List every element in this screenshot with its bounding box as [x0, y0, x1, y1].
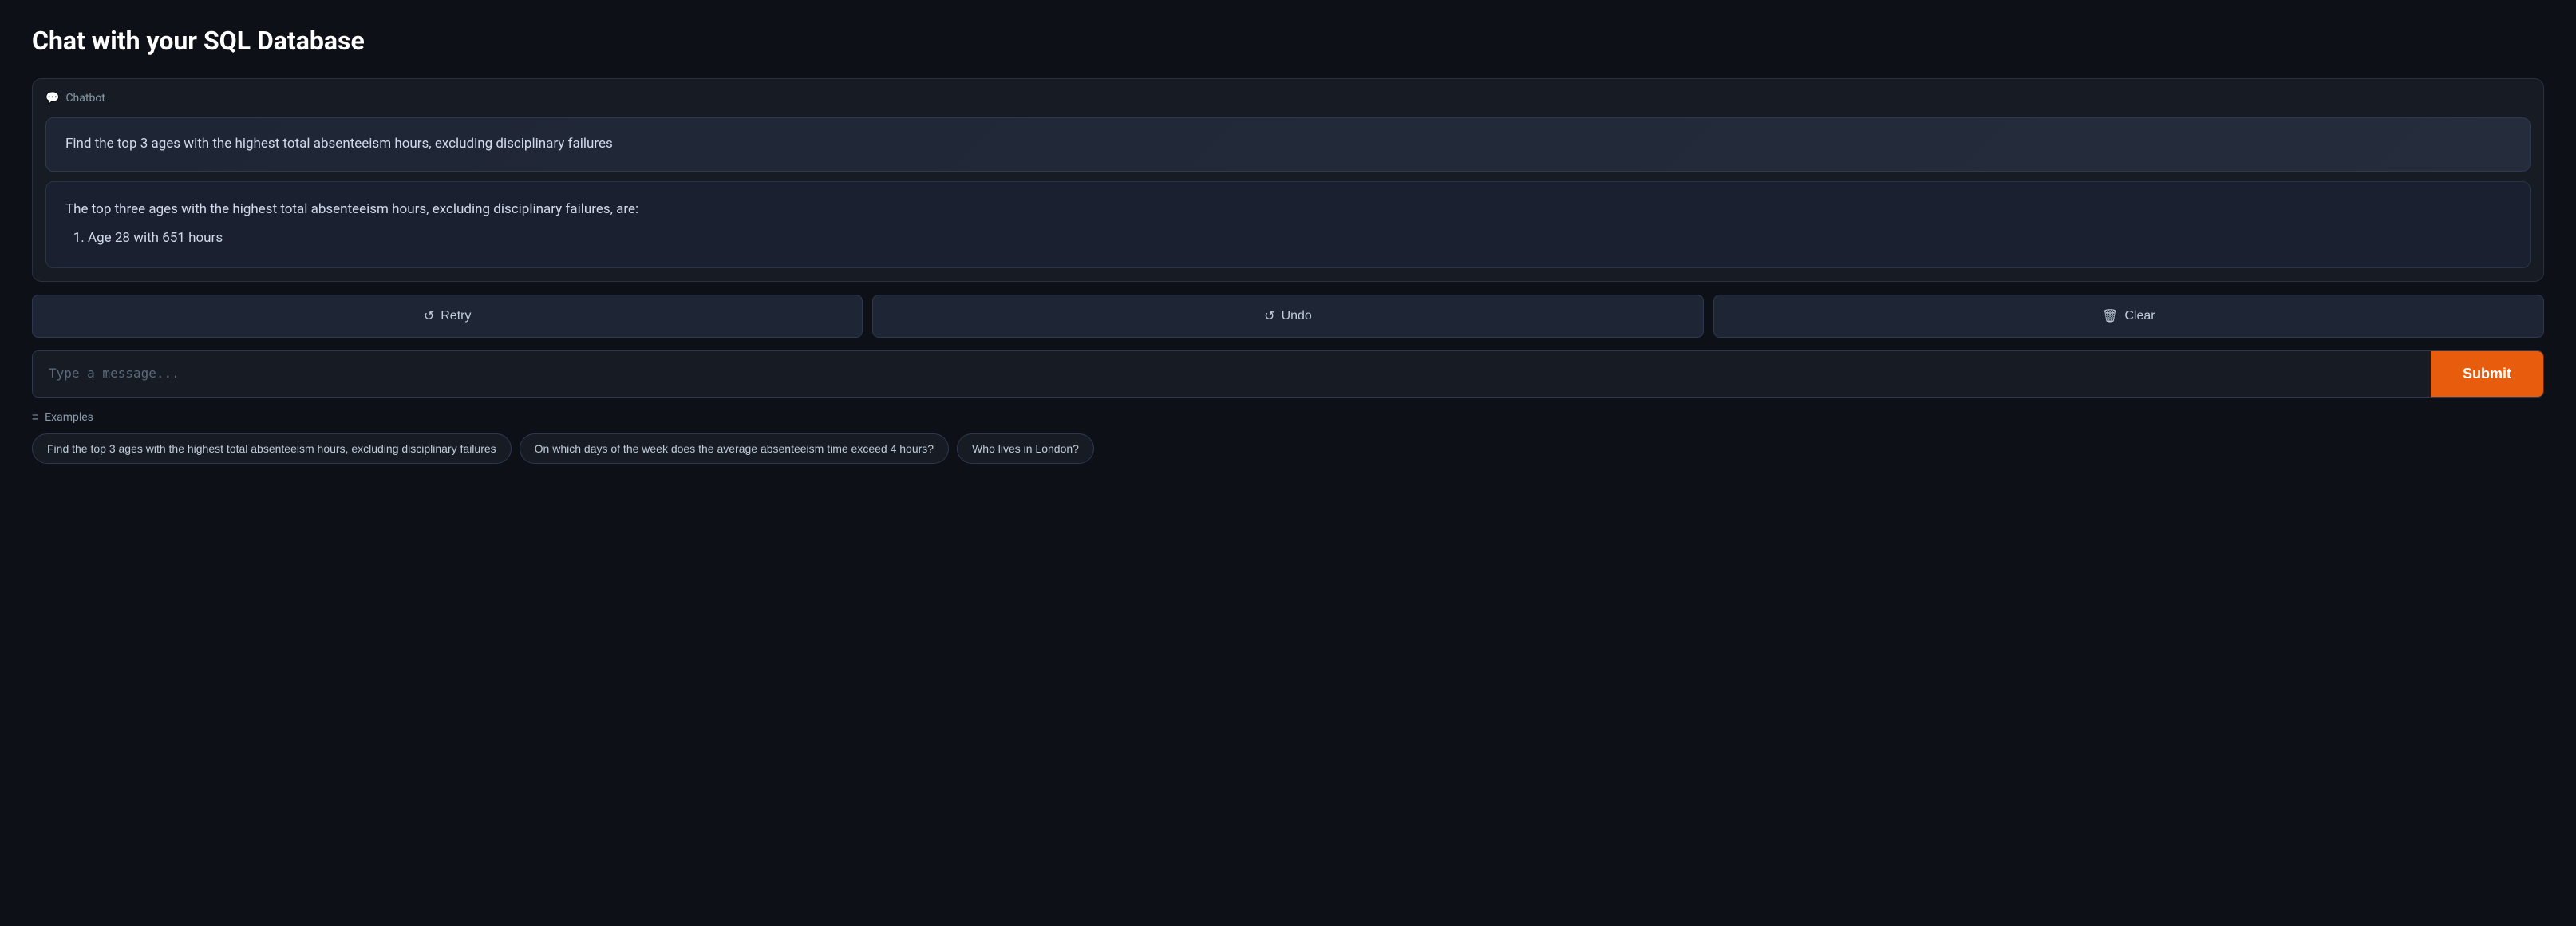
chatbot-panel: 💬 Chatbot Find the top 3 ages with the h… [32, 78, 2544, 282]
chatbot-label: Chatbot [65, 92, 105, 105]
examples-chips: Find the top 3 ages with the highest tot… [32, 433, 2544, 464]
assistant-message: The top three ages with the highest tota… [45, 181, 2531, 269]
chatbot-icon: 💬 [45, 92, 59, 105]
user-message: Find the top 3 ages with the highest tot… [45, 117, 2531, 172]
example-chip-1[interactable]: On which days of the week does the avera… [520, 433, 949, 464]
example-chip-2[interactable]: Who lives in London? [957, 433, 1094, 464]
example-chip-0-text: Find the top 3 ages with the highest tot… [47, 442, 496, 455]
example-chip-1-text: On which days of the week does the avera… [535, 442, 934, 455]
clear-label: Clear [2124, 309, 2155, 323]
submit-button[interactable]: Submit [2431, 351, 2543, 397]
assistant-intro: The top three ages with the highest tota… [65, 198, 2511, 221]
assistant-list: Age 28 with 651 hours [88, 227, 2511, 250]
examples-label: Examples [45, 411, 93, 424]
examples-section: ≡ Examples Find the top 3 ages with the … [32, 410, 2544, 464]
clear-button[interactable]: 🗑 Clear [1713, 295, 2544, 338]
list-item: Age 28 with 651 hours [88, 227, 2511, 250]
example-chip-0[interactable]: Find the top 3 ages with the highest tot… [32, 433, 512, 464]
chatbot-header: 💬 Chatbot [45, 92, 2531, 105]
retry-button[interactable]: ↺ Retry [32, 295, 863, 338]
submit-label: Submit [2463, 366, 2511, 382]
message-input[interactable] [33, 351, 2431, 397]
message-input-row: Submit [32, 350, 2544, 398]
example-chip-2-text: Who lives in London? [972, 442, 1079, 455]
retry-label: Retry [441, 309, 471, 323]
examples-header: ≡ Examples [32, 410, 2544, 424]
clear-icon: 🗑 [2102, 308, 2118, 324]
undo-button[interactable]: ↺ Undo [872, 295, 1703, 338]
page-title: Chat with your SQL Database [32, 26, 2544, 56]
action-buttons-row: ↺ Retry ↺ Undo 🗑 Clear [32, 295, 2544, 338]
retry-icon: ↺ [424, 308, 434, 324]
user-message-text: Find the top 3 ages with the highest tot… [65, 136, 613, 152]
undo-label: Undo [1282, 309, 1312, 323]
examples-icon: ≡ [32, 410, 38, 424]
undo-icon: ↺ [1264, 308, 1274, 324]
